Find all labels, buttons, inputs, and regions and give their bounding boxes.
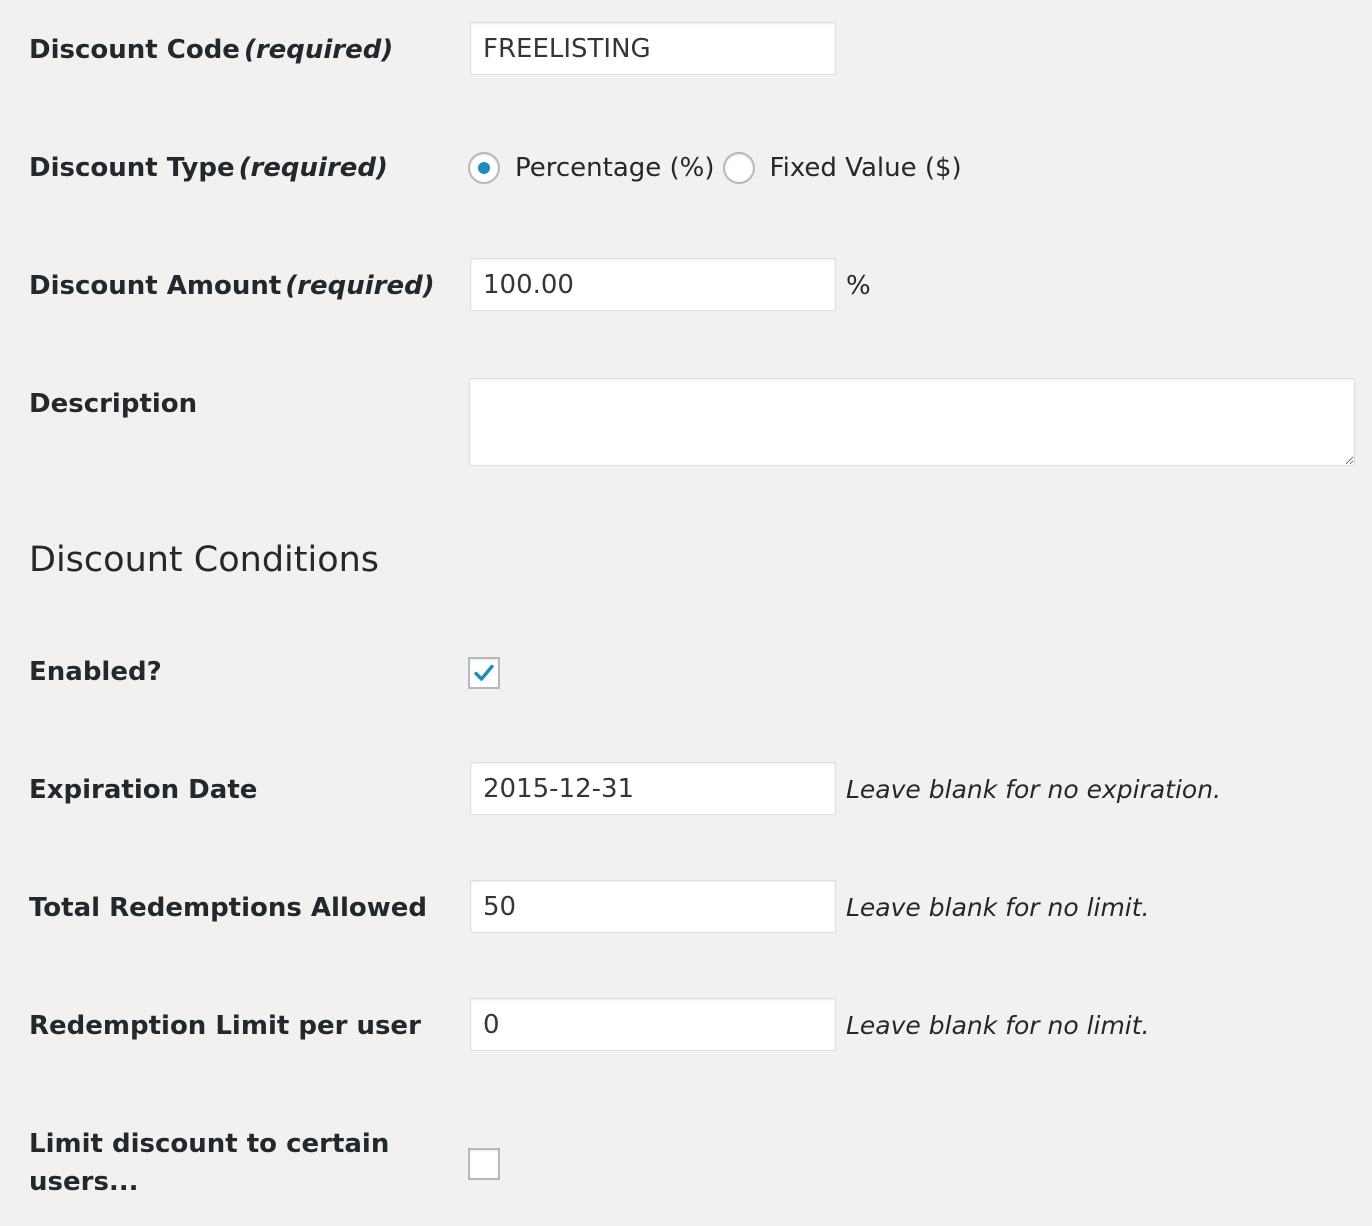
- expiration-date-input[interactable]: [470, 762, 836, 815]
- limit-users-label-line1: Limit discount to certain: [29, 1129, 390, 1159]
- limit-users-checkbox[interactable]: [468, 1148, 500, 1180]
- description-textarea[interactable]: [469, 378, 1355, 466]
- discount-code-input[interactable]: [470, 22, 836, 75]
- radio-fixed-value[interactable]: [722, 152, 755, 184]
- discount-amount-label: Discount Amount (required): [29, 267, 435, 305]
- discount-code-required-note: (required): [243, 35, 394, 65]
- total-redemptions-hint: Leave blank for no limit.: [846, 893, 1150, 922]
- enabled-label: Enabled?: [29, 657, 162, 687]
- limit-users-label-line2: users...: [29, 1167, 139, 1197]
- radio-percentage[interactable]: [468, 152, 500, 184]
- description-label: Description: [29, 389, 198, 419]
- per-user-limit-label: Redemption Limit per user: [29, 1011, 421, 1041]
- radio-percentage-label[interactable]: Percentage (%): [515, 149, 715, 187]
- discount-amount-required-note: (required): [285, 271, 435, 301]
- per-user-limit-input[interactable]: [470, 998, 836, 1051]
- discount-type-required-note: (required): [238, 153, 388, 183]
- total-redemptions-input[interactable]: [470, 880, 836, 933]
- discount-amount-suffix: %: [846, 271, 871, 301]
- radio-fixed-value-label[interactable]: Fixed Value ($): [770, 149, 962, 187]
- limit-users-label: Limit discount to certain users...: [29, 1125, 389, 1201]
- enabled-checkbox[interactable]: [468, 657, 500, 689]
- discount-conditions-heading: Discount Conditions: [29, 540, 380, 580]
- discount-type-label-text: Discount Type: [29, 153, 235, 183]
- discount-amount-input[interactable]: [470, 258, 836, 311]
- discount-code-label: Discount Code (required): [29, 31, 393, 69]
- discount-amount-label-text: Discount Amount: [29, 271, 282, 301]
- total-redemptions-label: Total Redemptions Allowed: [29, 893, 427, 923]
- expiration-date-label: Expiration Date: [29, 775, 258, 805]
- discount-type-radio-group: Percentage (%) Fixed Value ($): [468, 149, 970, 187]
- per-user-limit-hint: Leave blank for no limit.: [846, 1011, 1150, 1040]
- checkmark-icon: [474, 664, 494, 681]
- expiration-date-hint: Leave blank for no expiration.: [846, 775, 1221, 804]
- discount-code-label-text: Discount Code: [29, 35, 240, 65]
- discount-type-label: Discount Type (required): [29, 149, 388, 187]
